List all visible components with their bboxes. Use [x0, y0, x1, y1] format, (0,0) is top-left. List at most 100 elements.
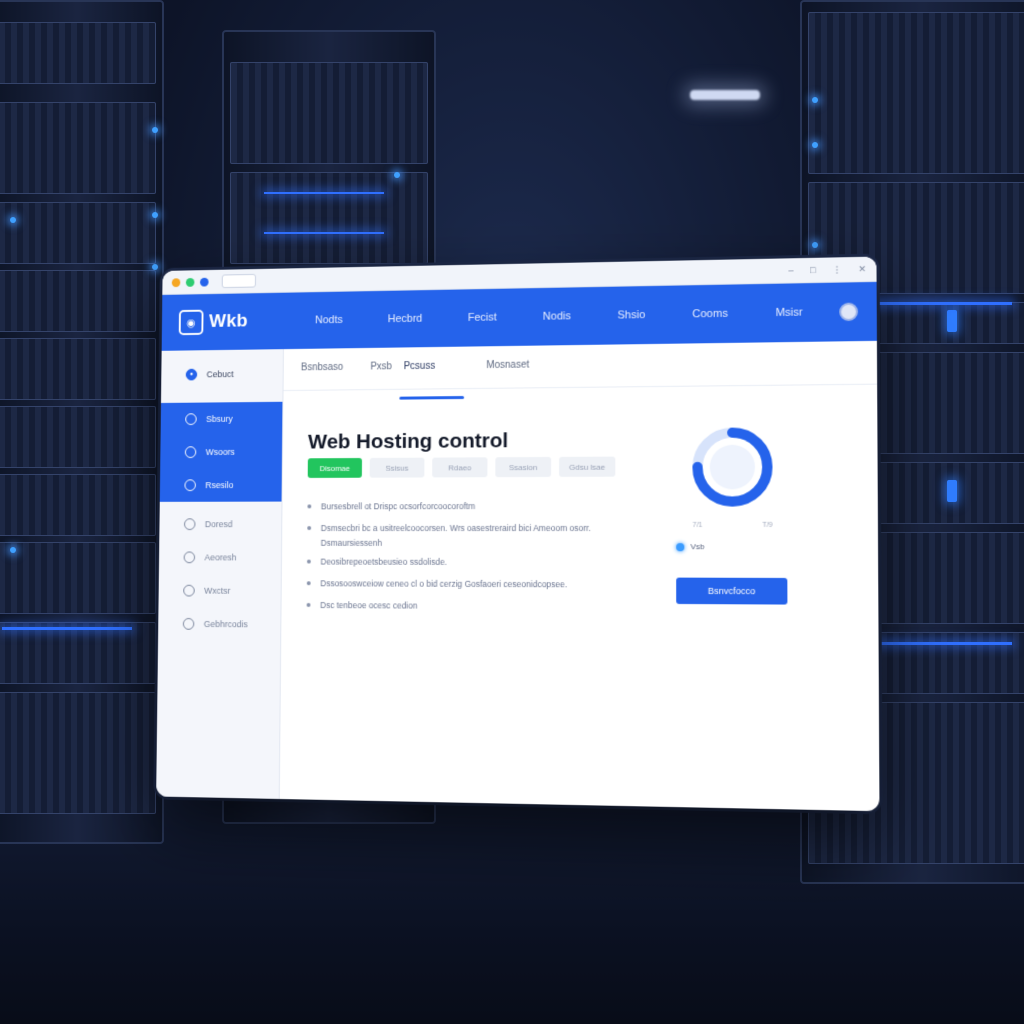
- sidebar-item-label: Sbsury: [206, 413, 233, 424]
- list-item: Dsc tenbeoe ocesc cedion: [306, 594, 634, 618]
- app-window: – □ ⋮ ✕ ◉ Wkb Nodts Hecbrd Fecist Nodis …: [156, 256, 880, 812]
- bullet-dot: [306, 559, 311, 564]
- sidebar-item-label: Aeoresh: [204, 552, 237, 563]
- subtab[interactable]: Mosnaset: [486, 360, 529, 388]
- glow-strip: [264, 232, 384, 234]
- window-dot-close[interactable]: [200, 277, 209, 287]
- subtab[interactable]: Pxsb: [370, 361, 392, 389]
- list-item-text: Dsc tenbeoe ocesc cedion: [320, 600, 418, 611]
- sidebar-item-label: Gebhrcodis: [203, 619, 248, 630]
- sidebar-item-dashboard[interactable]: ● Cebuct: [161, 357, 283, 391]
- main-content: Bsnbsaso Pxsb Pcsuss Mosnaset Web Hostin…: [280, 340, 880, 811]
- rack-unit: [0, 270, 156, 332]
- gauge-legend: Vsb: [676, 542, 705, 551]
- server-icon: [184, 446, 197, 459]
- list-item-text: Dssosooswceiow ceneo cl o bid cerzig Gos…: [320, 578, 568, 590]
- rack-unit: [0, 338, 156, 400]
- mail-icon: [183, 518, 196, 531]
- status-bar-led: [947, 310, 957, 332]
- gauge-inner: [709, 444, 756, 490]
- status-led: [152, 264, 158, 270]
- filter-pill[interactable]: Ssisus: [369, 457, 425, 478]
- status-led: [152, 127, 158, 133]
- rack-unit: [0, 22, 156, 84]
- browser-tab[interactable]: [221, 273, 257, 289]
- subtab-active[interactable]: Pcsuss: [404, 361, 436, 389]
- rack-unit: [230, 62, 428, 164]
- glow-strip: [872, 302, 1012, 305]
- sidebar-item-label: Doresd: [204, 519, 233, 530]
- glow-strip: [264, 192, 384, 194]
- bullet-dot: [306, 581, 311, 586]
- status-led: [812, 142, 818, 148]
- filter-pill[interactable]: Gdsu lsae: [559, 456, 616, 477]
- window-minimize-icon[interactable]: –: [788, 265, 793, 275]
- settings-icon: [183, 584, 195, 597]
- nav-item[interactable]: Shsio: [617, 309, 645, 321]
- subtab[interactable]: Bsnbsaso: [301, 362, 343, 390]
- nav-item[interactable]: Fecist: [468, 312, 497, 324]
- nav-item[interactable]: Nodis: [543, 310, 571, 322]
- gauge-label: 7/1: [692, 521, 703, 529]
- sidebar-item-label: Cebuct: [206, 369, 234, 380]
- gauge-label: T/9: [762, 521, 773, 529]
- gauge-svg: [686, 421, 779, 513]
- bullet-dot: [307, 504, 312, 509]
- list-item: Dssosooswceiow ceneo cl o bid cerzig Gos…: [306, 572, 634, 595]
- database-icon: [184, 479, 196, 492]
- bullet-dot: [306, 602, 311, 607]
- sidebar-item-5[interactable]: Aeoresh: [159, 541, 281, 575]
- list-item: Deosibrepeoetsbeusieo ssdolisde.: [306, 551, 634, 574]
- server-rack-left: [0, 0, 164, 844]
- rack-unit: [0, 202, 156, 264]
- subtab-bar: Bsnbsaso Pxsb Pcsuss Mosnaset: [283, 340, 878, 392]
- nav-item[interactable]: Cooms: [692, 308, 728, 321]
- filter-pills: Disomae Ssisus Rdaeo Ssasion Gdsu lsae: [307, 456, 616, 478]
- glow-strip: [872, 642, 1012, 645]
- rack-unit: [0, 474, 156, 536]
- sidebar-item-4[interactable]: Doresd: [159, 507, 281, 540]
- bullet-list: Bursesbrell ot Drispc ocsorfcorcoocoroft…: [306, 495, 634, 618]
- status-bar-led: [947, 480, 957, 502]
- window-dot-minimize[interactable]: [171, 277, 181, 287]
- logo-text: Wkb: [208, 310, 249, 332]
- sidebar-item-1[interactable]: Sbsury: [160, 401, 283, 436]
- nav-item[interactable]: Hecbrd: [388, 313, 423, 325]
- globe-icon: [185, 413, 197, 426]
- legend-dot: [676, 542, 685, 551]
- rack-unit: [0, 542, 156, 614]
- nav-item[interactable]: Msisr: [776, 306, 803, 319]
- sidebar-item-7[interactable]: Gebhrcodis: [158, 607, 280, 641]
- sidebar: ● Cebuct Sbsury Wsoors Rsesilo Doresd Ae…: [156, 349, 284, 800]
- sidebar-item-6[interactable]: Wxctsr: [158, 574, 280, 608]
- rack-unit: [0, 102, 156, 194]
- gauge-labels: 7/1 T/9: [686, 522, 779, 529]
- sidebar-item-label: Wsoors: [205, 447, 235, 457]
- status-led: [812, 242, 818, 248]
- bullet-dot: [307, 526, 312, 531]
- rack-unit: [808, 12, 1024, 174]
- window-restore-icon[interactable]: □: [810, 265, 816, 275]
- shield-icon: [183, 551, 196, 564]
- nav-menu: Nodts Hecbrd Fecist Nodis Shsio Cooms Ms…: [293, 306, 827, 327]
- filter-pill[interactable]: Ssasion: [495, 456, 552, 478]
- window-menu-icon[interactable]: ⋮: [832, 264, 841, 275]
- list-item-text: Bursesbrell ot Drispc ocsorfcorcoocoroft…: [320, 501, 476, 512]
- rack-unit: [0, 692, 156, 814]
- status-led: [394, 172, 400, 178]
- filter-pill[interactable]: Disomae: [307, 458, 363, 478]
- avatar[interactable]: [839, 302, 859, 322]
- window-dot-maximize[interactable]: [185, 277, 195, 287]
- logo[interactable]: ◉ Wkb: [178, 308, 293, 336]
- top-navigation: ◉ Wkb Nodts Hecbrd Fecist Nodis Shsio Co…: [161, 281, 877, 351]
- sidebar-item-label: Wxctsr: [204, 585, 231, 596]
- sidebar-item-2[interactable]: Wsoors: [160, 434, 283, 469]
- sidebar-item-3[interactable]: Rsesilo: [159, 468, 282, 502]
- rack-unit: [0, 406, 156, 468]
- filter-pill[interactable]: Rdaeo: [432, 457, 488, 478]
- window-close-icon[interactable]: ✕: [858, 263, 866, 274]
- rack-unit: [0, 622, 156, 684]
- status-led: [812, 97, 818, 103]
- nav-item[interactable]: Nodts: [315, 314, 343, 326]
- primary-action-button[interactable]: Bsnvcfocco: [676, 577, 788, 605]
